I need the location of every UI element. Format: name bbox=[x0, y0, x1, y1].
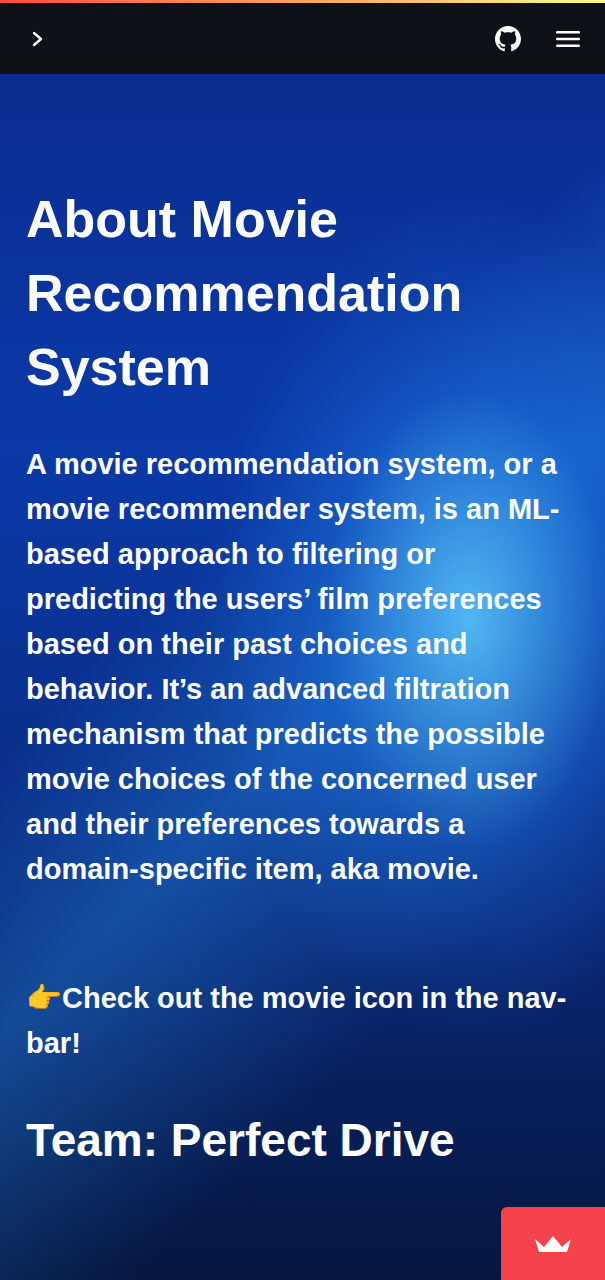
toolbar bbox=[495, 26, 581, 52]
hint-text: Check out the movie icon in the nav-bar! bbox=[26, 982, 566, 1059]
app-root: About Movie Recommendation System A movie… bbox=[0, 0, 605, 1280]
hint: 👉Check out the movie icon in the nav-bar… bbox=[26, 976, 579, 1066]
main-content: About Movie Recommendation System A movie… bbox=[0, 74, 605, 1210]
hosted-badge[interactable] bbox=[501, 1207, 605, 1280]
crown-icon bbox=[532, 1233, 574, 1255]
menu-icon[interactable] bbox=[555, 28, 581, 50]
chevron-right-icon[interactable] bbox=[30, 30, 46, 48]
github-icon[interactable] bbox=[495, 26, 521, 52]
team-heading: Team: Perfect Drive bbox=[26, 1110, 579, 1170]
page-title: About Movie Recommendation System bbox=[26, 182, 579, 404]
pointing-emoji: 👉 bbox=[26, 982, 62, 1014]
description: A movie recommendation system, or a movi… bbox=[26, 442, 579, 892]
top-bar bbox=[0, 3, 605, 74]
